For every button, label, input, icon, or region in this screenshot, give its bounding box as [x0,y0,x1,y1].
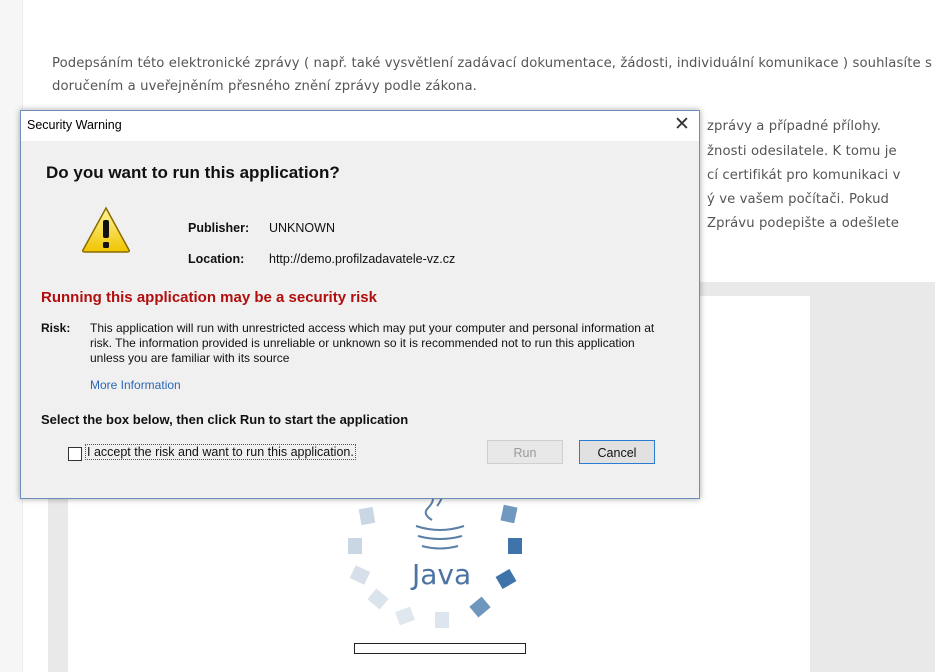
location-value: http://demo.profilzadavatele-vz.cz [269,252,456,266]
cancel-button[interactable]: Cancel [579,440,655,464]
publisher-label: Publisher: [188,221,250,235]
risk-heading: Running this application may be a securi… [41,289,377,306]
accept-risk-label[interactable]: I accept the risk and want to run this a… [85,444,356,460]
location-label: Location: [188,252,245,266]
publisher-value: UNKNOWN [269,221,335,235]
paragraph-line: ý ve vašem počítači. Pokud [707,192,890,207]
consent-paragraph: Podepsáním této elektronické zprávy ( na… [52,56,932,94]
select-instruction: Select the box below, then click Run to … [41,412,409,427]
loading-progress-bar [354,643,526,654]
risk-label: Risk: [41,321,71,335]
paragraph-line: zprávy a případné přílohy. [707,119,882,134]
java-loading-spinner: Java [348,483,522,628]
warning-icon [82,206,130,253]
security-warning-dialog: Security Warning ✕ Do you want to run th… [20,110,700,499]
run-button[interactable]: Run [487,440,563,464]
paragraph-line: cí certifikát pro komunikaci v [707,168,901,183]
java-logo-text: Java [410,558,471,591]
dialog-heading: Do you want to run this application? [46,163,340,182]
paragraph-line: Zprávu podepište a odešlete [707,216,900,231]
dialog-title: Security Warning [27,118,122,132]
paragraph-line: žnosti odesilatele. K tomu je [707,144,897,159]
accept-risk-checkbox[interactable] [68,447,82,461]
dialog-titlebar: Security Warning ✕ [21,111,699,141]
close-button[interactable]: ✕ [665,111,699,141]
risk-description: This application will run with unrestric… [90,321,655,365]
close-icon: ✕ [674,114,690,135]
more-information-link[interactable]: More Information [90,378,181,392]
